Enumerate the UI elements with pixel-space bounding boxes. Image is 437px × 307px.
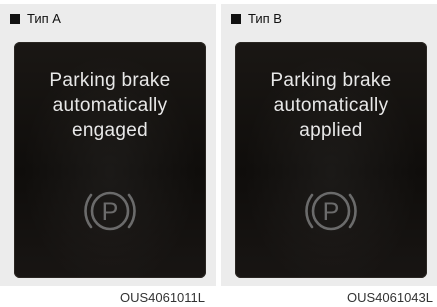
image-code: OUS4061011L <box>119 290 205 305</box>
type-label: Тип A <box>27 11 61 26</box>
message-line: automatically <box>273 95 389 116</box>
type-label: Тип B <box>248 11 282 26</box>
message-line: Parking brake <box>270 70 392 91</box>
svg-text:P: P <box>323 198 340 226</box>
cluster-display: Parking brake automatically engaged P <box>14 42 206 278</box>
parking-brake-icon: P <box>84 191 136 231</box>
panel-type-b: Тип B Parking brake automatically applie… <box>221 4 437 286</box>
message-line: automatically <box>52 95 168 116</box>
panel-type-a: Тип A Parking brake automatically engage… <box>0 4 216 286</box>
message-line: Parking brake <box>49 70 171 91</box>
type-label-row: Тип A <box>10 11 61 27</box>
square-bullet-icon <box>231 14 241 24</box>
cluster-display: Parking brake automatically applied P <box>235 42 427 278</box>
figure: Тип A Parking brake automatically engage… <box>0 0 437 307</box>
svg-text:P: P <box>102 198 119 226</box>
message-line: applied <box>299 120 363 141</box>
type-label-row: Тип B <box>231 11 282 27</box>
square-bullet-icon <box>10 14 20 24</box>
warning-message: Parking brake automatically engaged <box>14 68 206 143</box>
warning-message: Parking brake automatically applied <box>235 68 427 143</box>
image-code: OUS4061043L <box>346 290 433 305</box>
message-line: engaged <box>71 120 149 141</box>
parking-brake-icon: P <box>305 191 357 231</box>
